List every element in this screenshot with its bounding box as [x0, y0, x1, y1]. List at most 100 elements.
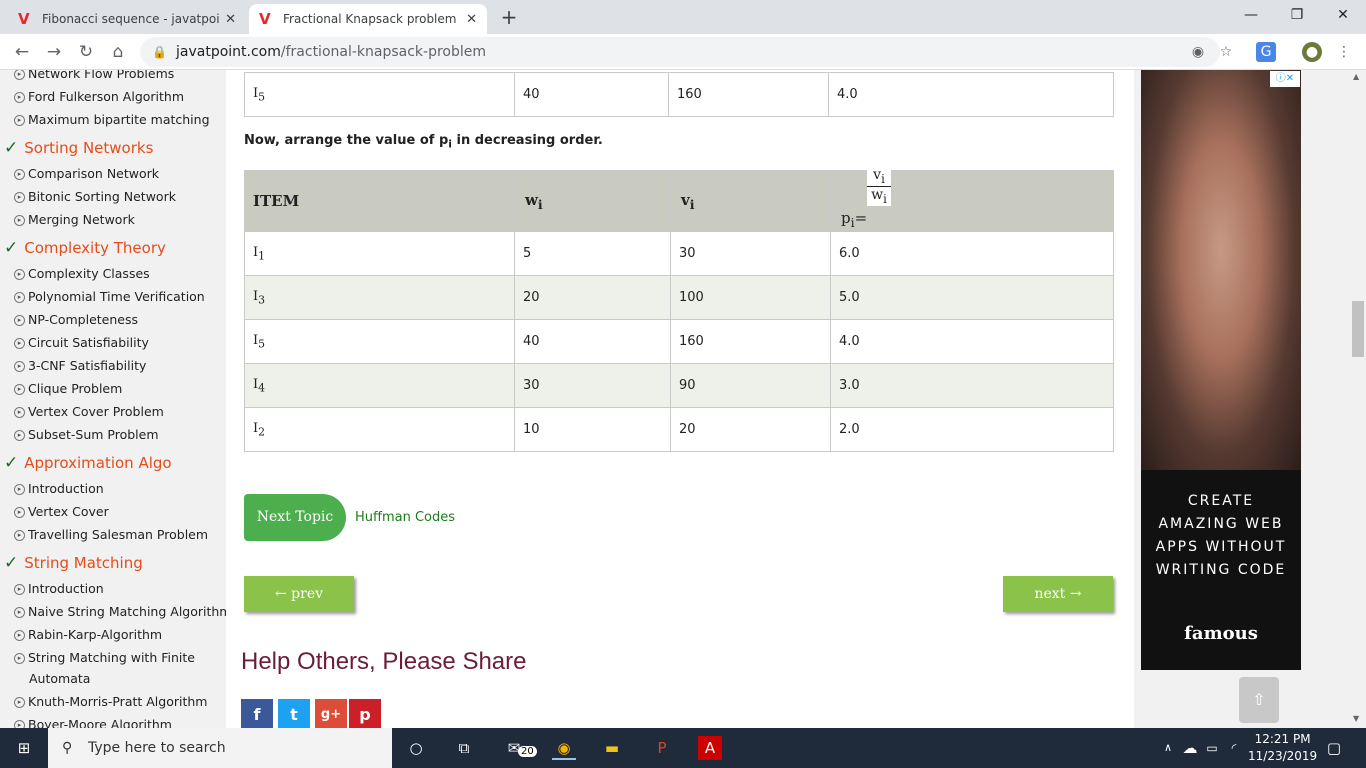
sidebar-item[interactable]: ▸ Subset-Sum Problem — [14, 427, 224, 443]
arrow-bullet-icon: ▸ — [14, 169, 25, 180]
pinterest-share-icon[interactable]: p — [349, 699, 381, 728]
close-window-icon[interactable]: ✕ — [1320, 0, 1366, 30]
wifi-icon[interactable]: ◜ — [1222, 736, 1246, 760]
table-row: I2 10 20 2.0 — [244, 407, 1114, 452]
next-topic-link[interactable]: Huffman Codes — [355, 510, 455, 525]
access-icon[interactable]: A — [698, 736, 722, 760]
sidebar-item[interactable]: Automata — [29, 671, 226, 687]
sidebar-section-heading[interactable]: ✓ Sorting Networks — [4, 138, 153, 158]
sidebar-item[interactable]: ▸ Naive String Matching Algorithm — [14, 604, 226, 620]
tab-fractional-knapsack[interactable]: V Fractional Knapsack problem - ja ✕ — [249, 4, 487, 34]
restore-icon[interactable]: ❐ — [1274, 0, 1320, 30]
powerpoint-icon[interactable]: P — [650, 736, 674, 760]
cookie-blocked-icon[interactable]: ◉ — [1188, 42, 1208, 62]
sidebar-item[interactable]: ▸ Maximum bipartite matching — [14, 112, 224, 128]
bookmark-star-icon[interactable]: ☆ — [1216, 42, 1236, 62]
header-w-label: w — [525, 190, 538, 209]
sidebar-item[interactable]: ▸ Vertex Cover — [14, 504, 224, 520]
v-cell: 90 — [670, 363, 831, 408]
file-explorer-icon[interactable]: ▬ — [600, 736, 624, 760]
cortana-icon[interactable]: ○ — [404, 736, 428, 760]
twitter-share-icon[interactable]: t — [278, 699, 310, 728]
ad-choices-close-icon[interactable]: ⓘ✕ — [1270, 71, 1300, 87]
tab-close-icon[interactable]: ✕ — [466, 12, 477, 27]
menu-kebab-icon[interactable]: ⋮ — [1334, 42, 1354, 62]
ad-text: CREATE AMAZING WEB APPS WITHOUT WRITING … — [1141, 490, 1301, 582]
table-row: I5 40 160 4.0 — [244, 72, 1114, 117]
tab-fibonacci[interactable]: V Fibonacci sequence - javatpoint ✕ — [8, 4, 246, 34]
minimize-icon[interactable]: — — [1228, 0, 1274, 30]
sidebar-section-heading[interactable]: ✓ Approximation Algo — [4, 453, 172, 473]
table-row: I1 5 30 6.0 — [244, 231, 1114, 276]
reload-icon[interactable]: ↻ — [74, 40, 98, 64]
arrow-bullet-icon: ▸ — [14, 407, 25, 418]
sidebar-item[interactable]: ▸ Bitonic Sorting Network — [14, 189, 224, 205]
sidebar-item[interactable]: ▸ Introduction — [14, 581, 224, 597]
scroll-to-top-button[interactable]: ⇧ — [1239, 677, 1279, 723]
sidebar-item[interactable]: ▸ Complexity Classes — [14, 266, 224, 282]
tab-close-icon[interactable]: ✕ — [225, 12, 236, 27]
arrow-bullet-icon: ▸ — [14, 361, 25, 372]
checkmark-icon: ✓ — [4, 138, 19, 158]
windows-start-icon[interactable]: ⊞ — [12, 736, 36, 760]
sidebar-item-label: Introduction — [28, 481, 104, 496]
next-button[interactable]: next → — [1003, 576, 1113, 612]
battery-icon[interactable]: ▭ — [1200, 736, 1224, 760]
sidebar-item-label: Rabin-Karp-Algorithm — [28, 627, 163, 642]
sidebar-section-heading[interactable]: ✓ Complexity Theory — [4, 238, 166, 258]
sidebar-item[interactable]: ▸ Knuth-Morris-Pratt Algorithm — [14, 694, 224, 710]
scrollbar-thumb[interactable] — [1352, 301, 1364, 357]
w-cell: 5 — [514, 231, 671, 276]
sidebar-item[interactable]: ▸ Travelling Salesman Problem — [14, 527, 224, 543]
windows-taskbar: ⊞ ⚲ Type here to search ○ ⧉ ✉ 20 ◉ ▬ P A… — [0, 728, 1366, 768]
task-view-icon[interactable]: ⧉ — [452, 736, 476, 760]
sidebar-section-heading[interactable]: ✓ String Matching — [4, 553, 143, 573]
facebook-share-icon[interactable]: f — [241, 699, 273, 728]
address-bar[interactable]: 🔒 javatpoint.com/fractional-knapsack-pro… — [140, 37, 1220, 67]
sidebar-item-label: Circuit Satisfiability — [28, 335, 149, 350]
tray-chevron-icon[interactable]: ∧ — [1156, 736, 1180, 760]
sidebar-item[interactable]: ▸ Rabin-Karp-Algorithm — [14, 627, 224, 643]
sidebar-item[interactable]: ▸ Merging Network — [14, 212, 224, 228]
sidebar-item[interactable]: ▸ Polynomial Time Verification — [14, 289, 224, 305]
sidebar-item[interactable]: ▸ Clique Problem — [14, 381, 224, 397]
advertisement[interactable]: CREATE AMAZING WEB APPS WITHOUT WRITING … — [1141, 70, 1301, 670]
sidebar-item[interactable]: ▸ Vertex Cover Problem — [14, 404, 224, 420]
home-icon[interactable]: ⌂ — [106, 40, 130, 64]
chrome-icon[interactable]: ◉ — [552, 736, 576, 760]
sidebar-item[interactable]: ▸ NP-Completeness — [14, 312, 224, 328]
ad-brand-logo: famous — [1184, 623, 1258, 644]
forward-icon[interactable]: → — [42, 40, 66, 64]
sidebar-item[interactable]: ▸ Boyer-Moore Algorithm — [14, 717, 224, 728]
sidebar-item[interactable]: ▸ Circuit Satisfiability — [14, 335, 224, 351]
arrow-bullet-icon: ▸ — [14, 115, 25, 126]
notifications-icon[interactable]: ▢ — [1322, 736, 1346, 760]
translate-extension-icon[interactable]: G — [1256, 42, 1276, 62]
prev-button[interactable]: ← prev — [244, 576, 354, 612]
mail-badge: 20 — [518, 746, 537, 757]
arrow-bullet-icon: ▸ — [14, 92, 25, 103]
scroll-up-icon[interactable]: ▲ — [1353, 72, 1359, 81]
sidebar-item[interactable]: ▸ 3-CNF Satisfiability — [14, 358, 224, 374]
page-scrollbar[interactable]: ▲ ▼ — [1350, 70, 1366, 728]
sidebar-item[interactable]: ▸ Comparison Network — [14, 166, 224, 182]
sidebar-item-label: Complexity Classes — [28, 266, 150, 281]
back-icon[interactable]: ← — [10, 40, 34, 64]
sidebar-item[interactable]: ▸ Introduction — [14, 481, 224, 497]
sidebar-item[interactable]: ▸ Ford Fulkerson Algorithm — [14, 89, 224, 105]
new-tab-icon[interactable]: + — [498, 6, 520, 28]
tab-strip: V Fibonacci sequence - javatpoint ✕ V Fr… — [0, 0, 1366, 34]
system-clock[interactable]: 12:21 PM 11/23/2019 — [1248, 731, 1317, 765]
table-row: I3 20 100 5.0 — [244, 275, 1114, 320]
sidebar-item[interactable]: ▸ Network Flow Problems — [14, 70, 224, 82]
taskbar-search[interactable]: ⚲ Type here to search — [48, 728, 392, 768]
profile-avatar[interactable]: ● — [1302, 42, 1322, 62]
previous-table-tail: I5 40 160 4.0 — [244, 72, 1114, 117]
googleplus-share-icon[interactable]: g+ — [315, 699, 347, 728]
onedrive-icon[interactable]: ☁ — [1178, 736, 1202, 760]
header-w: wi — [514, 170, 671, 232]
sorted-items-table: ITEM wi vi pi= vi wi I1 5 30 6.0 I3 20 100 5.0 I… — [244, 167, 1114, 452]
item-subscript: 2 — [258, 425, 266, 439]
sidebar-item[interactable]: ▸ String Matching with Finite — [14, 650, 224, 666]
scroll-down-icon[interactable]: ▼ — [1353, 714, 1359, 723]
